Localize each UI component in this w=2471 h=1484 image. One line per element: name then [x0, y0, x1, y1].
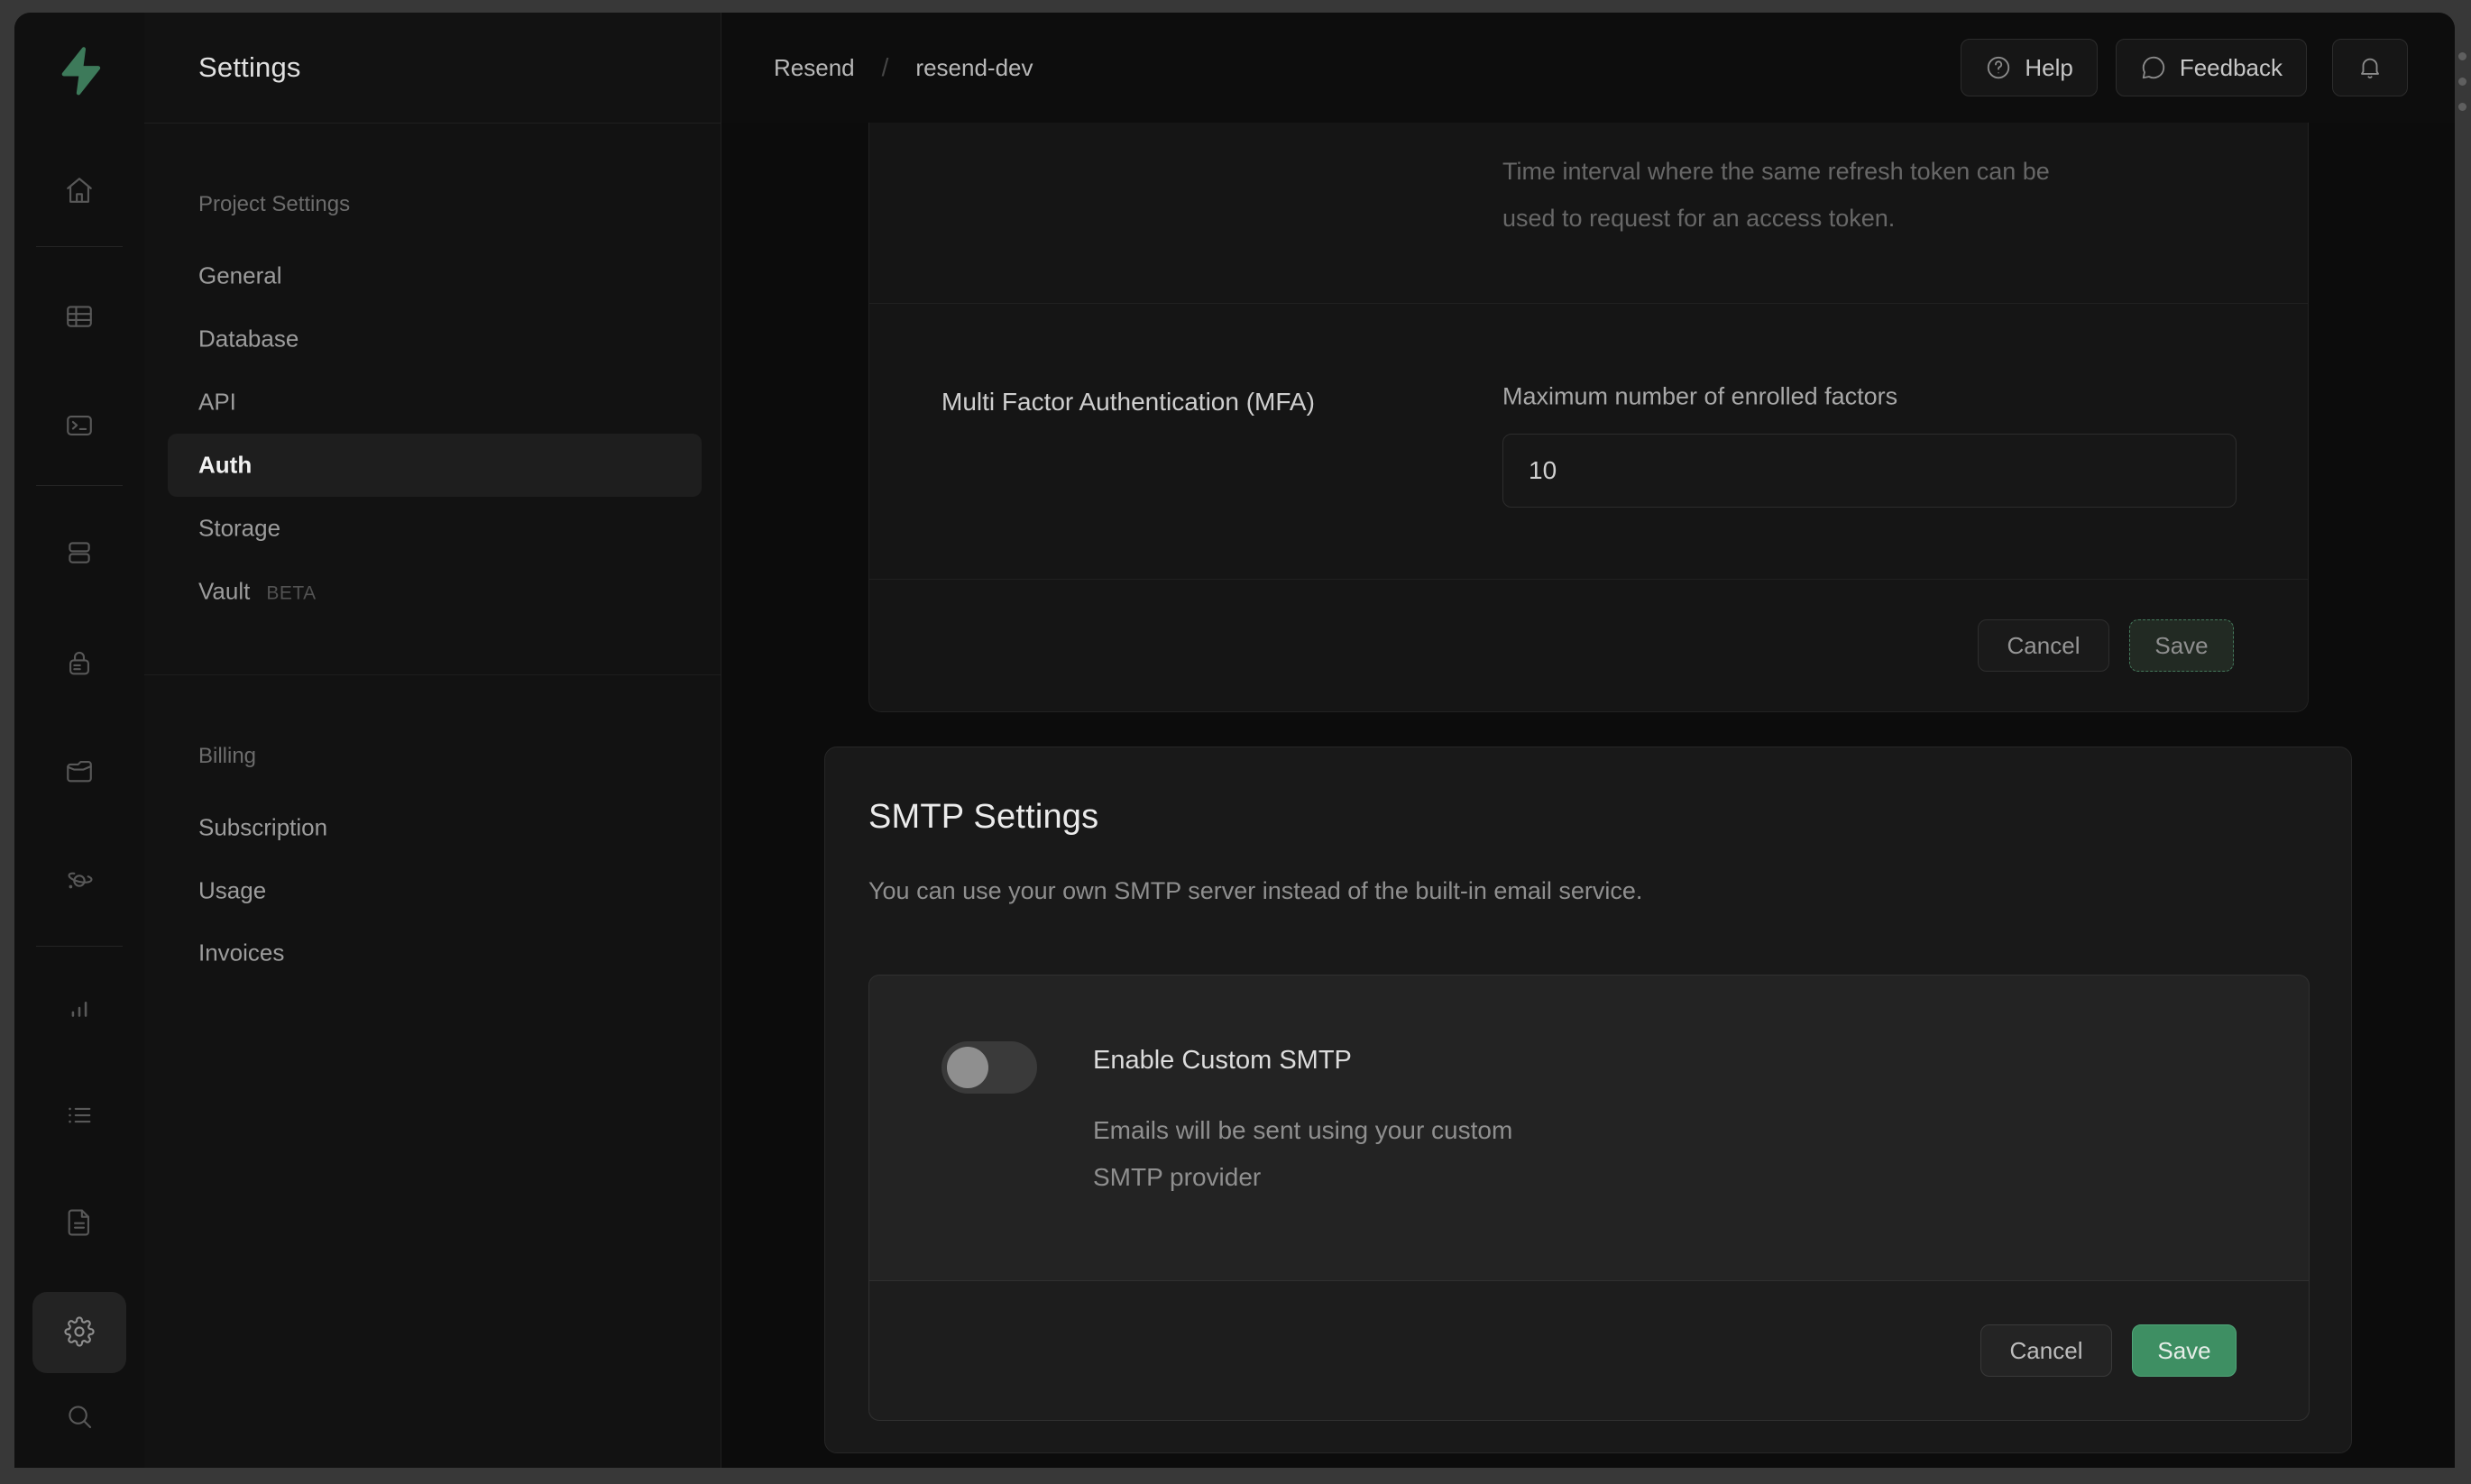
sidebar-item-reports[interactable]: [41, 970, 117, 1046]
breadcrumb-project[interactable]: resend-dev: [915, 54, 1033, 82]
lightning-bolt-icon: [53, 44, 106, 96]
feedback-button[interactable]: Feedback: [2116, 39, 2307, 96]
nav-item-general[interactable]: General: [198, 262, 282, 290]
window-scrollbar-dot: [2458, 103, 2466, 111]
auth-save-button[interactable]: Save: [2129, 619, 2234, 672]
smtp-settings-card: SMTP Settings You can use your own SMTP …: [824, 747, 2352, 1453]
help-circle-icon: [1985, 54, 2012, 81]
document-icon: [64, 1207, 95, 1238]
nav-item-usage[interactable]: Usage: [198, 877, 266, 905]
sidebar-item-search[interactable]: [41, 1379, 117, 1454]
nav-item-database[interactable]: Database: [198, 325, 299, 353]
toggle-knob: [947, 1047, 988, 1088]
database-icon: [64, 537, 95, 568]
smtp-card-title: SMTP Settings: [868, 798, 1098, 837]
sidebar-icon-rail: [14, 13, 145, 1468]
nav-item-subscription[interactable]: Subscription: [198, 814, 327, 842]
main-content[interactable]: Time interval where the same refresh tok…: [721, 123, 2455, 1468]
enable-custom-smtp-toggle[interactable]: [942, 1041, 1037, 1094]
sidebar-item-project-settings[interactable]: [41, 1294, 117, 1369]
sidebar-item-storage[interactable]: [41, 733, 117, 809]
bell-icon: [2356, 54, 2384, 81]
auth-card-footer: Cancel Save: [869, 579, 2308, 711]
nav-section-header-billing: Billing: [198, 744, 256, 769]
gear-icon: [64, 1316, 95, 1347]
nav-item-invoices[interactable]: Invoices: [198, 939, 284, 967]
notifications-button[interactable]: [2332, 39, 2408, 96]
orbit-icon: [64, 866, 95, 896]
sidebar-item-logs[interactable]: [41, 1077, 117, 1153]
max-enrolled-factors-input[interactable]: [1502, 434, 2237, 508]
smtp-save-button[interactable]: Save: [2132, 1324, 2237, 1377]
mfa-row-label: Multi Factor Authentication (MFA): [942, 388, 1315, 417]
search-icon: [64, 1401, 95, 1432]
top-header: Resend / resend-dev Help Feedback: [721, 13, 2455, 123]
nav-item-vault[interactable]: Vault BETA: [198, 578, 317, 606]
refresh-token-description: Time interval where the same refresh tok…: [1502, 148, 2050, 242]
folder-icon: [64, 756, 95, 786]
supabase-logo[interactable]: [41, 32, 117, 108]
smtp-cancel-button[interactable]: Cancel: [1980, 1324, 2112, 1377]
sidebar-item-authentication[interactable]: [41, 626, 117, 701]
nav-section-header-project-settings: Project Settings: [198, 192, 350, 217]
window-scrollbar-dot: [2458, 78, 2466, 86]
auth-tokens-card: Time interval where the same refresh tok…: [868, 123, 2309, 712]
bar-chart-icon: [64, 993, 95, 1023]
max-factors-label: Maximum number of enrolled factors: [1502, 383, 1897, 411]
sidebar-item-docs[interactable]: [41, 1185, 117, 1260]
nav-section-divider: [144, 674, 721, 675]
settings-nav-title: Settings: [198, 13, 301, 123]
lock-icon: [64, 648, 95, 679]
smtp-card-subtitle: You can use your own SMTP server instead…: [868, 877, 1642, 905]
sidebar-item-home[interactable]: [41, 152, 117, 228]
list-icon: [64, 1100, 95, 1131]
smtp-card-footer: Cancel Save: [869, 1280, 2309, 1420]
window-scrollbar-dot: [2458, 52, 2466, 60]
sidebar-item-database[interactable]: [41, 515, 117, 591]
rail-divider: [36, 246, 123, 247]
rail-divider: [36, 946, 123, 947]
enable-custom-smtp-label: Enable Custom SMTP: [1093, 1046, 1352, 1076]
beta-badge: BETA: [266, 583, 316, 605]
breadcrumb-org[interactable]: Resend: [774, 54, 855, 82]
home-icon: [64, 175, 95, 206]
smtp-form-panel: Enable Custom SMTP Emails will be sent u…: [868, 975, 2310, 1421]
sidebar-item-edge-functions[interactable]: [41, 843, 117, 919]
sidebar-item-sql-editor[interactable]: [41, 388, 117, 463]
breadcrumb-separator: /: [882, 53, 889, 82]
nav-item-storage[interactable]: Storage: [198, 515, 280, 543]
app-window: Settings Project Settings General Databa…: [14, 13, 2455, 1468]
rail-divider: [36, 485, 123, 486]
nav-item-api[interactable]: API: [198, 389, 236, 417]
speech-bubble-icon: [2140, 54, 2167, 81]
terminal-icon: [64, 410, 95, 441]
screen: Settings Project Settings General Databa…: [0, 0, 2471, 1484]
breadcrumb: Resend / resend-dev: [774, 53, 1033, 82]
help-button[interactable]: Help: [1961, 39, 2097, 96]
sidebar-item-table-editor[interactable]: [41, 279, 117, 354]
settings-nav-sidebar: Settings Project Settings General Databa…: [144, 13, 721, 1468]
table-icon: [64, 301, 95, 332]
enable-custom-smtp-description: Emails will be sent using your custom SM…: [1093, 1107, 1512, 1201]
nav-item-auth[interactable]: Auth: [198, 452, 252, 480]
card-row-divider: [869, 303, 2308, 304]
auth-cancel-button[interactable]: Cancel: [1978, 619, 2109, 672]
